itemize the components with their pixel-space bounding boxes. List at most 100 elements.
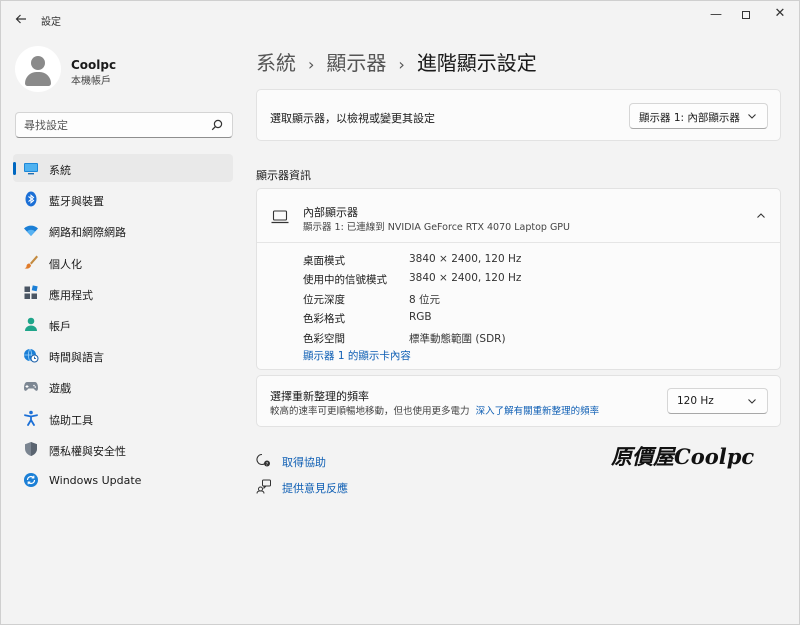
sidebar-item-label: 隱私權與安全性 xyxy=(49,444,126,458)
profile-account-type: 本機帳戶 xyxy=(71,76,111,87)
sidebar-nav: 系統 藍牙與裝置 網路和網際網路 個人化 應用程式 帳戶 時間與語言 遊戲 協助… xyxy=(13,154,233,497)
sidebar-item-accessibility[interactable]: 協助工具 xyxy=(13,404,233,432)
sidebar-item-time-language[interactable]: 時間與語言 xyxy=(13,341,233,369)
accessibility-icon xyxy=(24,410,38,426)
sidebar-item-gaming[interactable]: 遊戲 xyxy=(13,372,233,400)
breadcrumb-display[interactable]: 顯示器 xyxy=(326,51,386,75)
info-value: RGB xyxy=(409,311,432,324)
sidebar-item-label: 應用程式 xyxy=(49,288,93,302)
profile-name: Coolpc xyxy=(71,58,117,72)
info-value: 3840 × 2400, 120 Hz xyxy=(409,272,522,285)
info-row: 色彩格式 RGB xyxy=(303,309,773,328)
chevron-down-icon xyxy=(748,399,756,404)
bluetooth-icon xyxy=(25,191,37,207)
sidebar-item-apps[interactable]: 應用程式 xyxy=(13,279,233,307)
sidebar-item-label: Windows Update xyxy=(49,473,142,487)
refresh-rate-title: 選擇重新整理的頻率 xyxy=(270,390,369,403)
display-info-rows: 桌面模式 3840 × 2400, 120 Hz 使用中的信號模式 3840 ×… xyxy=(303,251,773,348)
sidebar-item-privacy[interactable]: 隱私權與安全性 xyxy=(13,435,233,463)
settings-window: 設定 — ✕ Coolpc 本機帳戶 系統 藍牙與裝置 網路和網際網路 個人化 xyxy=(0,0,800,625)
get-help-label: 取得協助 xyxy=(282,456,326,469)
close-button[interactable]: ✕ xyxy=(763,5,797,23)
brush-icon xyxy=(24,255,38,269)
info-key: 桌面模式 xyxy=(303,255,345,267)
sidebar-item-personalization[interactable]: 個人化 xyxy=(13,248,233,276)
maximize-icon xyxy=(742,10,750,19)
breadcrumb-separator: › xyxy=(398,55,405,74)
refresh-rate-dropdown[interactable]: 120 Hz xyxy=(667,388,768,414)
sidebar-item-label: 個人化 xyxy=(49,257,82,271)
refresh-rate-card: 選擇重新整理的頻率 較高的速率可更順暢地移動，但也使用更多電力 深入了解有關重新… xyxy=(256,375,781,427)
select-display-card: 選取顯示器，以檢視或變更其設定 顯示器 1: 內部顯示器 xyxy=(256,89,781,141)
display-adapter-properties-link[interactable]: 顯示器 1 的顯示卡內容 xyxy=(303,348,411,363)
coolpc-watermark: 原價屋Coolpc xyxy=(611,441,754,471)
sidebar-item-label: 藍牙與裝置 xyxy=(49,195,104,209)
sidebar-item-label: 時間與語言 xyxy=(49,351,104,365)
select-display-label: 選取顯示器，以檢視或變更其設定 xyxy=(270,112,435,125)
info-row: 色彩空間 標準動態範圍 (SDR) xyxy=(303,329,773,348)
account-icon xyxy=(25,317,37,331)
info-key: 色彩空間 xyxy=(303,332,345,345)
refresh-rate-value: 120 Hz xyxy=(677,395,714,407)
refresh-rate-description: 較高的速率可更順暢地移動，但也使用更多電力 深入了解有關重新整理的頻率 xyxy=(270,403,599,417)
display-select-value: 顯示器 1: 內部顯示器 xyxy=(639,112,740,124)
info-key: 色彩格式 xyxy=(303,313,345,326)
display-info-subtitle: 顯示器 1: 已連線到 NVIDIA GeForce RTX 4070 Lapt… xyxy=(303,222,570,233)
avatar[interactable] xyxy=(15,46,61,92)
give-feedback-label: 提供意見反應 xyxy=(282,482,348,495)
info-value: 8 位元 xyxy=(409,293,441,306)
watermark-brand: Coolpc xyxy=(674,444,755,469)
help-icon: ? xyxy=(256,453,270,467)
gamepad-icon xyxy=(24,382,38,392)
sidebar-item-accounts[interactable]: 帳戶 xyxy=(13,310,233,338)
avatar-body-icon xyxy=(25,72,51,86)
sidebar-item-network[interactable]: 網路和網際網路 xyxy=(13,216,233,244)
breadcrumb: 系統 › 顯示器 › 進階顯示設定 xyxy=(256,47,537,76)
info-row: 使用中的信號模式 3840 × 2400, 120 Hz xyxy=(303,270,773,289)
update-icon xyxy=(24,472,38,487)
info-row: 桌面模式 3840 × 2400, 120 Hz xyxy=(303,251,773,270)
search-box[interactable] xyxy=(15,112,233,138)
info-value: 3840 × 2400, 120 Hz xyxy=(409,253,522,265)
chevron-up-icon[interactable] xyxy=(756,211,766,221)
app-title: 設定 xyxy=(41,17,61,28)
info-row: 位元深度 8 位元 xyxy=(303,290,773,309)
back-button[interactable] xyxy=(11,10,31,28)
search-icon[interactable] xyxy=(211,119,223,131)
wifi-icon xyxy=(24,226,38,237)
avatar-head-icon xyxy=(31,56,45,70)
info-key: 位元深度 xyxy=(303,293,345,306)
sidebar-item-label: 網路和網際網路 xyxy=(49,226,126,240)
apps-icon xyxy=(24,285,38,299)
display-info-card: 內部顯示器 顯示器 1: 已連線到 NVIDIA GeForce RTX 407… xyxy=(256,188,781,370)
display-select-dropdown[interactable]: 顯示器 1: 內部顯示器 xyxy=(629,103,768,129)
display-info-header[interactable]: 內部顯示器 顯示器 1: 已連線到 NVIDIA GeForce RTX 407… xyxy=(257,189,780,243)
feedback-icon xyxy=(256,479,271,494)
sidebar-item-label: 帳戶 xyxy=(49,319,71,333)
breadcrumb-system[interactable]: 系統 xyxy=(256,51,296,75)
title-bar: 設定 — ✕ xyxy=(1,1,799,37)
watermark-cjk: 原價屋 xyxy=(611,444,674,469)
sidebar-item-bluetooth[interactable]: 藍牙與裝置 xyxy=(13,185,233,213)
refresh-rate-subtitle: 較高的速率可更順暢地移動，但也使用更多電力 xyxy=(270,406,470,417)
search-input[interactable] xyxy=(24,117,204,133)
section-title-display-info: 顯示器資訊 xyxy=(256,169,311,182)
refresh-rate-learn-more-link[interactable]: 深入了解有關重新整理的頻率 xyxy=(476,406,600,417)
sidebar-item-label: 系統 xyxy=(49,164,71,177)
laptop-icon xyxy=(271,210,289,224)
maximize-button[interactable] xyxy=(729,5,763,23)
globe-clock-icon xyxy=(24,348,39,363)
sidebar-item-label: 遊戲 xyxy=(49,382,71,396)
shield-icon xyxy=(25,441,37,456)
chevron-down-icon xyxy=(748,114,756,119)
info-value: 標準動態範圍 (SDR) xyxy=(409,332,506,345)
system-icon xyxy=(24,163,38,175)
arrow-left-icon xyxy=(15,14,26,24)
sidebar-item-windows-update[interactable]: Windows Update xyxy=(13,466,233,494)
breadcrumb-separator: › xyxy=(308,55,315,74)
minimize-button[interactable]: — xyxy=(699,5,733,23)
page-title: 進階顯示設定 xyxy=(416,51,537,75)
display-info-title: 內部顯示器 xyxy=(303,206,358,219)
sidebar-item-system[interactable]: 系統 xyxy=(13,154,233,182)
info-key: 使用中的信號模式 xyxy=(303,274,387,287)
